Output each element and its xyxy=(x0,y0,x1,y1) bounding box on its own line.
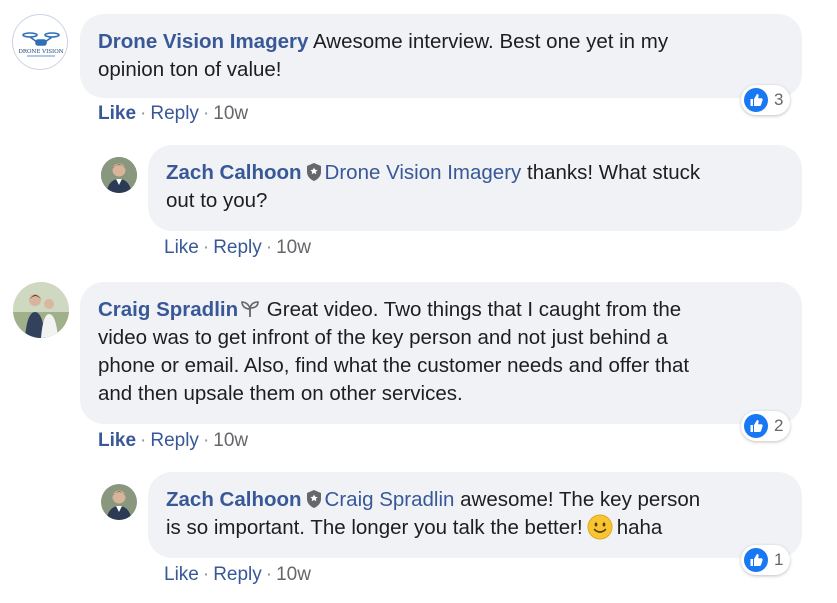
thumbs-up-icon xyxy=(744,88,768,112)
comment-author[interactable]: Zach Calhoon xyxy=(166,488,302,511)
slightly-smiling-emoji xyxy=(587,514,613,540)
comment-author[interactable]: Zach Calhoon xyxy=(166,161,302,184)
reply-link[interactable]: Reply xyxy=(213,237,262,258)
comment-actions: Like · Reply · 10w xyxy=(98,430,249,451)
comment-text-line2: opinion ton of value! xyxy=(98,58,282,81)
comment-actions: Like · Reply · 10w xyxy=(164,237,311,258)
comment-bubble: Zach Calhoon Drone Vision Imagery thanks!… xyxy=(148,145,802,231)
comment-text-line1: thanks! What stuck xyxy=(521,161,701,184)
reaction-count[interactable]: 1 xyxy=(741,545,791,575)
person-avatar-icon xyxy=(101,484,137,520)
like-link[interactable]: Like xyxy=(164,564,199,585)
comment-author[interactable]: Craig Spradlin xyxy=(98,298,238,321)
comment-text-line1: awesome! The key person xyxy=(454,488,701,511)
sprout-icon xyxy=(241,301,259,317)
comment-text-line1: Great video. Two things that I caught fr… xyxy=(261,298,682,321)
svg-text:DRONE VISION: DRONE VISION xyxy=(18,49,63,55)
avatar[interactable] xyxy=(101,484,137,520)
shield-icon xyxy=(306,490,321,508)
comment-actions: Like · Reply · 10w xyxy=(98,103,249,124)
timestamp[interactable]: 10w xyxy=(276,564,311,585)
comment-bubble: Drone Vision Imagery Awesome interview. … xyxy=(80,14,802,98)
mention-link[interactable]: Drone Vision Imagery xyxy=(325,161,522,184)
comment-actions: Like · Reply · 10w xyxy=(164,564,311,585)
comment-author[interactable]: Drone Vision Imagery xyxy=(98,30,308,53)
drone-logo-icon: DRONE VISION xyxy=(18,32,64,57)
comment-text-line2: is so important. The longer you talk the… xyxy=(166,516,583,539)
reply-link[interactable]: Reply xyxy=(150,430,199,451)
shield-icon xyxy=(306,163,321,181)
comment-bubble: Craig Spradlin Great video. Two things t… xyxy=(80,282,802,424)
reaction-count[interactable]: 2 xyxy=(741,411,791,441)
comment-text-line4: and then upsale them on other services. xyxy=(98,382,463,405)
avatar[interactable] xyxy=(101,157,137,193)
person-avatar-icon xyxy=(13,282,69,338)
thumbs-up-icon xyxy=(744,414,768,438)
timestamp[interactable]: 10w xyxy=(213,103,248,124)
like-link[interactable]: Like xyxy=(98,430,136,451)
mention-link[interactable]: Craig Spradlin xyxy=(325,488,455,511)
reply-link[interactable]: Reply xyxy=(213,564,262,585)
comment-text-line2: video was to get infront of the key pers… xyxy=(98,326,668,349)
person-avatar-icon xyxy=(101,157,137,193)
comment-text-line2: out to you? xyxy=(166,189,268,212)
like-link[interactable]: Like xyxy=(164,237,199,258)
avatar[interactable]: DRONE VISION xyxy=(12,14,68,70)
comment-text-haha: haha xyxy=(616,516,663,539)
timestamp[interactable]: 10w xyxy=(276,237,311,258)
reply-link[interactable]: Reply xyxy=(150,103,199,124)
reaction-count[interactable]: 3 xyxy=(741,85,791,115)
comment-text-line1: Awesome interview. Best one yet in my xyxy=(312,30,669,53)
timestamp[interactable]: 10w xyxy=(213,430,248,451)
avatar[interactable] xyxy=(13,282,69,338)
thumbs-up-icon xyxy=(744,548,768,572)
comment-bubble: Zach Calhoon Craig Spradlin awesome! The … xyxy=(148,472,802,558)
like-link[interactable]: Like xyxy=(98,103,136,124)
comment-text-line3: phone or email. Also, find what the cust… xyxy=(98,354,690,377)
